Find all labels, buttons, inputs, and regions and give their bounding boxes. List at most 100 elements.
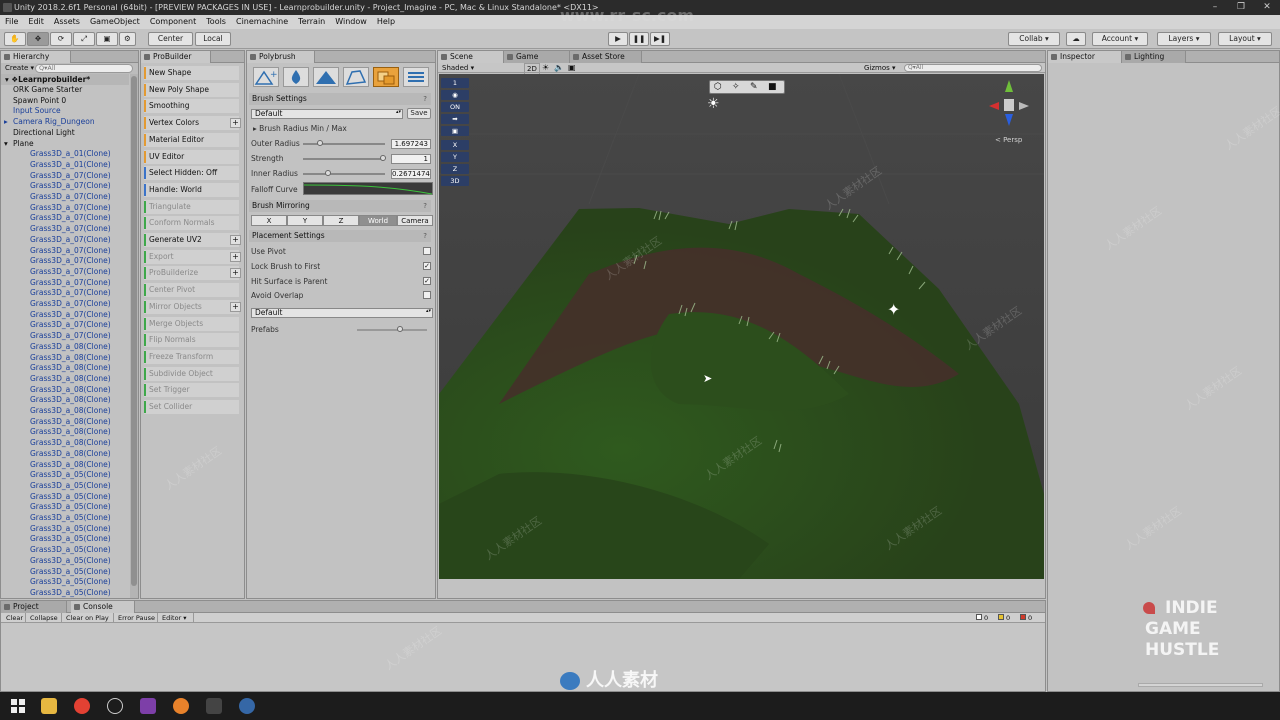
pb-tool-select-hidden-off[interactable]: Select Hidden: Off (144, 166, 239, 181)
chrome-icon[interactable] (74, 698, 90, 714)
hit-surface-checkbox[interactable]: ✓ (423, 277, 431, 285)
pb-tool-new-poly-shape[interactable]: New Poly Shape (144, 82, 239, 97)
hierarchy-item[interactable]: Grass3D_a_05(Clone) (1, 534, 111, 545)
console-clear-button[interactable]: Clear (4, 613, 26, 623)
layer-1-badge[interactable]: 1 (441, 78, 469, 88)
maximize-icon[interactable]: ❐ (1228, 0, 1254, 15)
pb-tool-handle-world[interactable]: Handle: World (144, 182, 239, 197)
console-error-pause-button[interactable]: Error Pause (116, 613, 158, 623)
hierarchy-item[interactable]: Grass3D_a_07(Clone) (1, 267, 111, 278)
expanded-arrow-icon[interactable]: ▾ (4, 139, 8, 150)
hierarchy-item[interactable]: Grass3D_a_08(Clone) (1, 395, 111, 406)
options-plus-icon[interactable]: + (230, 251, 241, 262)
console-editor-button[interactable]: Editor ▾ (160, 613, 194, 623)
perspective-label[interactable]: < Persp (995, 136, 1022, 144)
unity-hub-icon[interactable] (107, 698, 123, 714)
axis-x-badge[interactable]: X (441, 140, 469, 150)
hierarchy-item[interactable]: ▾ Plane (1, 139, 34, 150)
blender-icon[interactable] (173, 698, 189, 714)
hierarchy-item[interactable]: Grass3D_a_08(Clone) (1, 363, 111, 374)
hierarchy-scroll-thumb[interactable] (131, 76, 137, 586)
layout-dropdown[interactable]: Layout ▾ (1218, 32, 1272, 46)
console-collapse-button[interactable]: Collapse (28, 613, 62, 623)
radius-min-max-foldout[interactable]: ▸ Brush Radius Min / Max (253, 124, 347, 133)
hierarchy-item[interactable]: Grass3D_a_07(Clone) (1, 278, 111, 289)
help-icon[interactable]: ? (423, 93, 427, 105)
hand-tool-icon[interactable]: ✋ (4, 32, 26, 46)
settings-mode-icon[interactable] (403, 67, 429, 87)
menu-cinemachine[interactable]: Cinemachine (231, 15, 293, 29)
pb-tool-conform-normals[interactable]: Conform Normals (144, 216, 239, 231)
hierarchy-item[interactable]: Grass3D_a_07(Clone) (1, 171, 111, 182)
davinci-icon[interactable] (239, 698, 255, 714)
scale-tool-icon[interactable]: ⤢ (73, 32, 95, 46)
paint-texture-icon[interactable] (343, 67, 369, 87)
pb-tool-set-trigger[interactable]: Set Trigger (144, 383, 239, 398)
pb-tool-set-collider[interactable]: Set Collider (144, 400, 239, 414)
pivot-local-button[interactable]: Local (195, 32, 231, 46)
pb-tool-generate-uv2[interactable]: Generate UV2 (144, 233, 239, 247)
hierarchy-item[interactable]: Grass3D_a_08(Clone) (1, 449, 111, 460)
hierarchy-item[interactable]: Grass3D_a_07(Clone) (1, 288, 111, 299)
avoid-overlap-checkbox[interactable] (423, 291, 431, 299)
use-pivot-checkbox[interactable] (423, 247, 431, 255)
hierarchy-item[interactable]: Grass3D_a_07(Clone) (1, 224, 111, 235)
hierarchy-item[interactable]: Grass3D_a_05(Clone) (1, 513, 111, 524)
pb-tool-mirror-objects[interactable]: Mirror Objects (144, 299, 239, 314)
pb-tool-flip-normals[interactable]: Flip Normals (144, 333, 239, 348)
inner-radius-input[interactable]: 0.2671474 (391, 169, 431, 179)
hierarchy-item[interactable]: Grass3D_a_08(Clone) (1, 353, 111, 364)
tab-inspector[interactable]: Inspector (1048, 51, 1122, 63)
smooth-mode-icon[interactable] (283, 67, 309, 87)
mirror-x-toggle[interactable]: X (251, 215, 287, 226)
collab-dropdown[interactable]: Collab ▾ (1008, 32, 1060, 46)
move-tool-icon[interactable]: ✥ (27, 32, 49, 46)
menu-gameobject[interactable]: GameObject (85, 15, 145, 29)
pb-tool-uv-editor[interactable]: UV Editor (144, 149, 239, 164)
hierarchy-item[interactable]: Grass3D_a_05(Clone) (1, 470, 111, 481)
play-button[interactable]: ▶ (608, 32, 628, 46)
tab-scene[interactable]: Scene (438, 51, 504, 63)
hierarchy-item[interactable]: Grass3D_a_05(Clone) (1, 502, 111, 513)
hierarchy-item[interactable]: Grass3D_a_08(Clone) (1, 342, 111, 353)
menu-terrain[interactable]: Terrain (293, 15, 330, 29)
inner-radius-slider[interactable] (303, 173, 385, 175)
file-explorer-icon[interactable] (41, 698, 57, 714)
scene-effects-icon[interactable]: ▣ (568, 63, 576, 73)
hierarchy-item[interactable]: Grass3D_a_05(Clone) (1, 567, 111, 578)
arrow-right-icon[interactable]: ➡ (441, 114, 469, 124)
axis-z-badge[interactable]: Z (441, 164, 469, 174)
hierarchy-item[interactable]: Grass3D_a_07(Clone) (1, 235, 111, 246)
hierarchy-item[interactable]: Grass3D_a_05(Clone) (1, 524, 111, 535)
hierarchy-item[interactable]: Grass3D_a_08(Clone) (1, 427, 111, 438)
hierarchy-item[interactable]: Grass3D_a_07(Clone) (1, 213, 111, 224)
unity-taskbar-icon[interactable] (206, 698, 222, 714)
pb-tool-export[interactable]: Export (144, 249, 239, 264)
hierarchy-item[interactable]: ▸ Camera Rig_Dungeon (1, 117, 95, 128)
scene-lighting-icon[interactable]: ☀ (542, 63, 549, 73)
hierarchy-scrollbar[interactable] (130, 74, 138, 598)
visibility-eye-icon[interactable]: ◉ (441, 90, 469, 100)
tab-polybrush[interactable]: Polybrush (247, 51, 315, 63)
error-count-icon[interactable]: 0 (1020, 613, 1040, 623)
hierarchy-item[interactable]: Directional Light (1, 128, 75, 139)
create-button[interactable]: Create ▾ (5, 64, 34, 72)
outer-radius-input[interactable]: 1.697243 (391, 139, 431, 149)
pb-tool-smoothing[interactable]: Smoothing (144, 99, 239, 114)
menu-tools[interactable]: Tools (201, 15, 231, 29)
hierarchy-item[interactable]: Grass3D_a_05(Clone) (1, 545, 111, 556)
scene-orientation-gizmo[interactable]: < Persp (985, 78, 1035, 148)
info-count-icon[interactable]: 0 (976, 613, 996, 623)
hierarchy-item[interactable]: Grass3D_a_07(Clone) (1, 203, 111, 214)
hierarchy-item[interactable]: Grass3D_a_07(Clone) (1, 246, 111, 257)
menu-window[interactable]: Window (330, 15, 372, 29)
transform-tool-icon[interactable]: ⚙ (119, 32, 136, 46)
tab-hierarchy[interactable]: Hierarchy (1, 51, 71, 63)
account-dropdown[interactable]: Account ▾ (1092, 32, 1148, 46)
hierarchy-item[interactable]: ORK Game Starter (1, 85, 82, 96)
strength-slider[interactable] (303, 158, 385, 160)
options-plus-icon[interactable]: + (230, 118, 241, 129)
menu-help[interactable]: Help (372, 15, 400, 29)
lock-brush-checkbox[interactable]: ✓ (423, 262, 431, 270)
pb-tool-material-editor[interactable]: Material Editor (144, 132, 239, 147)
